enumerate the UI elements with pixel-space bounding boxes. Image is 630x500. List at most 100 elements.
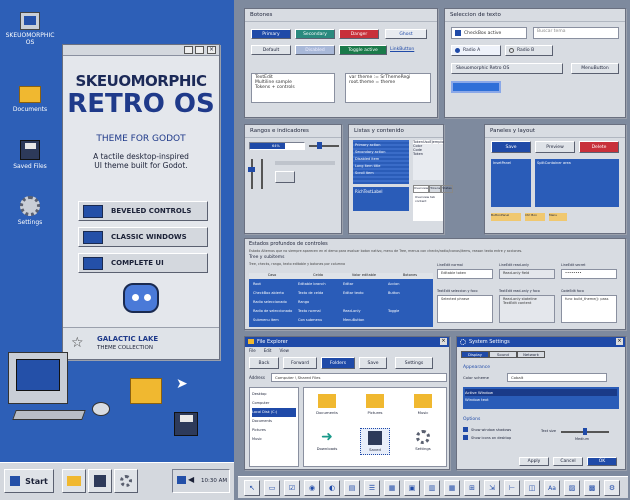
file-item[interactable]: Documents <box>314 394 340 415</box>
tree-item[interactable]: Local Disk (C:) <box>252 408 296 417</box>
forward-button[interactable]: Forward <box>283 357 317 369</box>
codeedit-focus[interactable]: func build_theme(): pass <box>561 295 617 323</box>
slider-handle[interactable] <box>317 142 322 149</box>
file-item[interactable]: Pictures <box>362 394 388 415</box>
list-item[interactable]: Secondary action <box>355 149 407 156</box>
file-item[interactable]: ➜ Downloads <box>314 430 340 451</box>
slider-handle[interactable] <box>583 428 587 435</box>
close-icon[interactable]: × <box>207 46 216 54</box>
close-icon[interactable]: × <box>616 338 623 345</box>
save-button[interactable]: Save <box>359 357 387 369</box>
v-slider[interactable] <box>248 159 255 189</box>
link-button[interactable]: LinkButton <box>390 47 414 52</box>
expand-icon[interactable]: ⇲ <box>484 480 500 496</box>
desktop-icon-documents[interactable]: Documents <box>2 86 58 113</box>
panel-icon[interactable]: ▭ <box>264 480 280 496</box>
tab-display[interactable]: Display <box>461 351 489 358</box>
code-edit[interactable]: var theme := SrThemeRegi root.theme = the… <box>345 73 431 103</box>
line-edit-normal[interactable]: Editable token <box>437 269 493 279</box>
list-item[interactable]: Primary action <box>355 142 407 149</box>
cancel-button[interactable]: Cancel <box>553 457 583 466</box>
tree-row[interactable]: Token <box>413 152 443 156</box>
tree-item[interactable]: Music <box>252 435 296 444</box>
desktop-icon-os[interactable]: SKEUOMORPHIC OS <box>2 12 58 46</box>
close-icon[interactable]: × <box>440 338 447 345</box>
file-item[interactable]: Settings <box>410 430 436 451</box>
desktop-icon-settings[interactable]: Settings <box>2 196 58 226</box>
menu-button[interactable]: MenuButton <box>571 63 619 74</box>
tree-view[interactable]: Token Uso Ejemplo Color Code Token <box>413 140 444 180</box>
table-row[interactable]: Radio de seleccionado Texto normal Read-on… <box>249 306 433 315</box>
slider-handle[interactable] <box>248 167 255 172</box>
apply-button[interactable]: Apply <box>519 457 549 466</box>
table-row[interactable]: CheckBox abierto Texto de celda Editar tex… <box>249 288 433 297</box>
text-size-slider[interactable] <box>561 428 609 435</box>
radio-b[interactable]: Radio B <box>505 45 553 56</box>
v-slider-2[interactable] <box>261 159 263 189</box>
danger-button[interactable]: Danger <box>339 29 379 39</box>
table-row[interactable]: Radio seleccionado Rango <box>249 297 433 306</box>
ghost-button[interactable]: Ghost <box>385 29 427 39</box>
option-icons[interactable]: Show icons on desktop <box>463 435 511 440</box>
textedit-selection[interactable]: Selected phrase <box>437 295 493 323</box>
table-icon[interactable]: ▦ <box>384 480 400 496</box>
search-input[interactable]: Buscar tema <box>533 27 619 39</box>
toggle-icon[interactable]: ◐ <box>324 480 340 496</box>
delete-button[interactable]: Delete <box>579 141 619 153</box>
menu-item[interactable]: Edit <box>264 348 272 354</box>
radio-a[interactable]: Radio A <box>451 45 501 56</box>
checkbox-active[interactable]: CheckBox active <box>451 27 527 39</box>
radio-icon[interactable]: ◉ <box>304 480 320 496</box>
image-icon[interactable]: ▨ <box>564 480 580 496</box>
font-icon[interactable]: Aa <box>544 480 560 496</box>
taskbar-folder[interactable] <box>62 469 86 493</box>
color-scheme-select[interactable]: Cobalt <box>507 373 607 382</box>
file-item[interactable]: Saved <box>360 428 390 455</box>
maximize-icon[interactable] <box>195 46 204 54</box>
preview-button[interactable]: Preview <box>535 141 575 153</box>
line-edit-secret[interactable]: •••••••• <box>561 269 617 279</box>
tabs-icon[interactable]: ▥ <box>424 480 440 496</box>
tab-overview[interactable]: Overview <box>413 185 430 193</box>
toggle-button[interactable]: Toggle active <box>339 45 387 55</box>
desktop-icon-saved[interactable]: Saved Files <box>2 140 58 170</box>
save-button[interactable]: Save <box>491 141 531 153</box>
layout-icon[interactable]: ▩ <box>584 480 600 496</box>
list-item[interactable]: Disabled item <box>355 156 407 163</box>
tab-states[interactable]: States <box>441 185 453 193</box>
table-row[interactable]: Root Editable branch Editar Accion <box>249 279 433 288</box>
option-button[interactable]: Skeuomorphic Retro OS <box>451 63 563 74</box>
menu-item[interactable]: View <box>279 348 289 354</box>
file-item[interactable]: Music <box>410 394 436 415</box>
start-button[interactable]: Start <box>4 469 54 493</box>
list-item[interactable]: Window text <box>465 396 617 403</box>
tree-item[interactable]: Desktop <box>252 390 296 399</box>
color-picker-swatch[interactable] <box>451 81 501 93</box>
list-icon[interactable]: ☰ <box>364 480 380 496</box>
primary-button[interactable]: Primary <box>251 29 291 39</box>
tree-item[interactable]: Computer <box>252 399 296 408</box>
pointer-icon[interactable]: ↖ <box>244 480 260 496</box>
list-item[interactable]: Active Window <box>465 389 617 396</box>
h-slider[interactable] <box>309 142 339 149</box>
tab-network[interactable]: Network <box>517 351 545 358</box>
slider-icon[interactable]: ⊢ <box>504 480 520 496</box>
spinbox[interactable] <box>275 171 295 183</box>
tab-sound[interactable]: Sound <box>489 351 517 358</box>
list-item[interactable]: Long item title <box>355 163 407 170</box>
textedit-sample[interactable]: TextEdit Multiline sample Tokens + control… <box>251 73 335 103</box>
default-button[interactable]: Default <box>251 45 291 55</box>
tree-item[interactable]: Documents <box>252 417 296 426</box>
checkbox-icon[interactable]: ☑ <box>284 480 300 496</box>
list-item[interactable]: Scroll item <box>355 170 407 177</box>
tree-item[interactable]: Pictures <box>252 426 296 435</box>
back-button[interactable]: Back <box>249 357 279 369</box>
settings-button[interactable]: Settings <box>395 357 433 369</box>
menu-item[interactable]: File <box>249 348 256 354</box>
grid-icon[interactable]: ▦ <box>444 480 460 496</box>
table-row[interactable]: Submenu item Con submenu MenuButton <box>249 315 433 324</box>
speaker-icon[interactable]: ◀ <box>188 475 194 484</box>
minimize-icon[interactable] <box>184 46 193 54</box>
window-icon[interactable]: ▣ <box>404 480 420 496</box>
address-bar[interactable]: Computer \ Shared Files <box>271 373 447 382</box>
